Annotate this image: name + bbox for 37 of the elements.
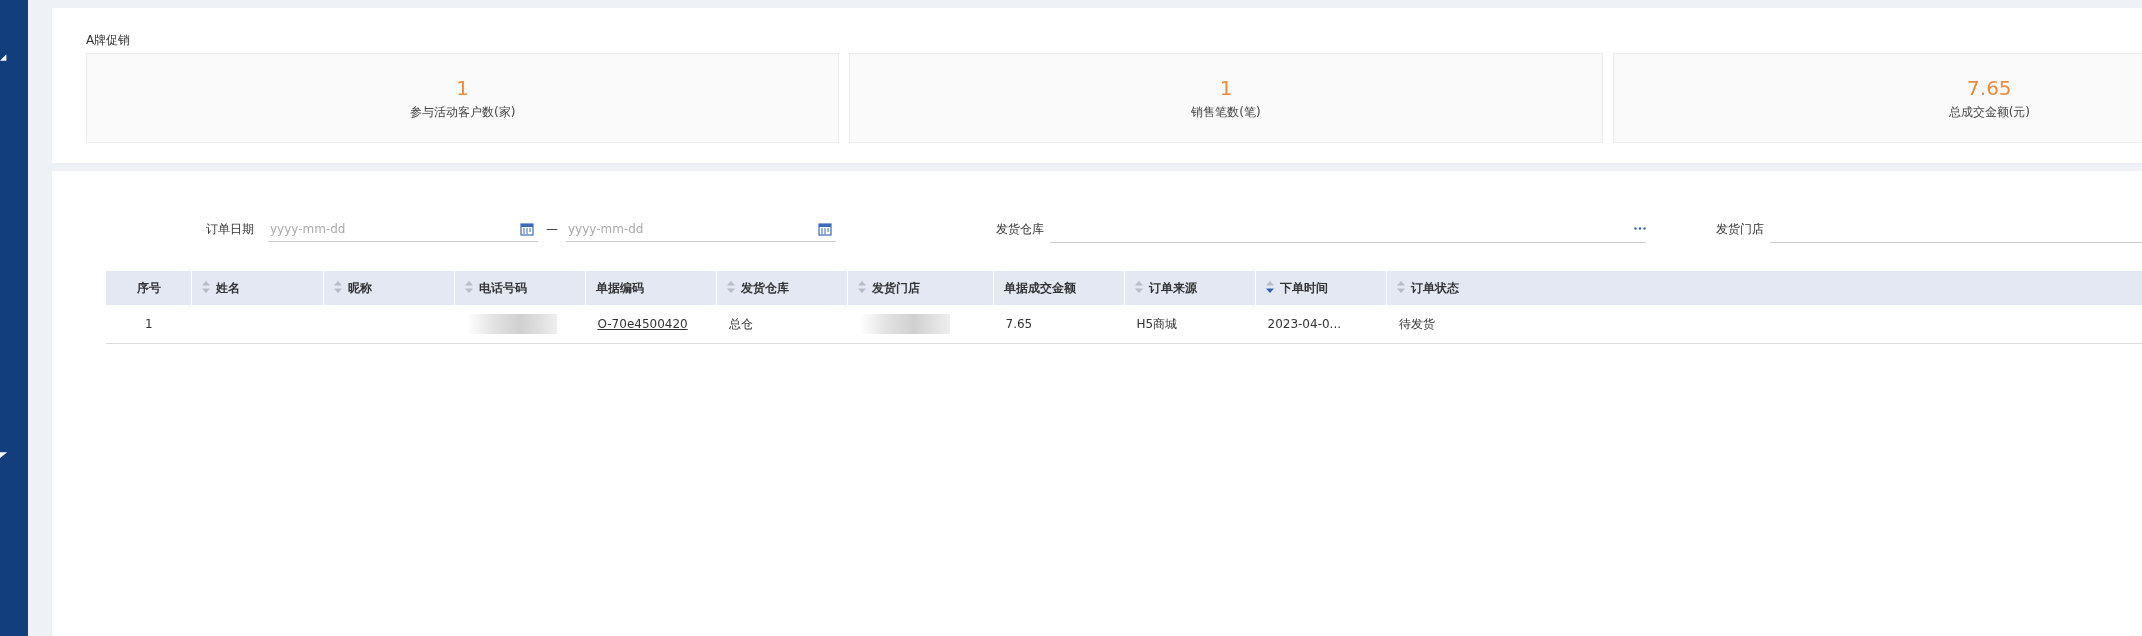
caret-icon[interactable] <box>0 54 8 61</box>
caret-icon[interactable] <box>0 452 8 459</box>
date-field[interactable]: yyyy-mm-dd <box>566 216 836 242</box>
filter-label: 订单日期 <box>206 220 254 238</box>
table-cell: 待发货 <box>1398 316 1435 331</box>
sort-icon[interactable] <box>1266 280 1274 293</box>
stat-label: 销售笔数(笔) <box>1191 103 1261 121</box>
stat-value: 1 <box>456 75 470 100</box>
table-cell: 1 <box>144 317 153 331</box>
calendar-icon[interactable] <box>520 222 534 236</box>
column-header[interactable]: 订单来源 <box>1124 271 1256 305</box>
column-header[interactable]: 电话号码 <box>454 271 586 305</box>
column-header[interactable]: 单据成交金额 <box>993 271 1125 305</box>
column-header[interactable]: 序号 <box>106 271 192 305</box>
column-header[interactable]: 发货仓库 <box>716 271 848 305</box>
stat-value: 1 <box>1219 75 1233 100</box>
calendar-icon[interactable] <box>818 222 832 236</box>
range-separator: — <box>546 222 558 236</box>
table-cell: 7.65 <box>1005 317 1033 331</box>
stat-value: 7.65 <box>1967 75 2012 100</box>
date-field[interactable]: yyyy-mm-dd <box>268 216 538 242</box>
column-header[interactable]: 姓名 <box>191 271 324 305</box>
column-header[interactable]: 订单状态 <box>1386 271 2142 305</box>
column-header[interactable]: 发货门店 <box>847 271 994 305</box>
promo-title: A牌促销 <box>86 32 132 49</box>
order-link[interactable]: O-70e4500420 <box>597 317 688 331</box>
stat-label: 总成交金额(元) <box>1948 103 2030 121</box>
column-header[interactable]: 下单时间 <box>1255 271 1387 305</box>
filter-label: 发货仓库 <box>996 220 1044 238</box>
stat-label: 参与活动客户数(家) <box>409 103 516 121</box>
more-icon[interactable] <box>1634 227 1646 230</box>
table-cell: 2023-04-0... <box>1267 317 1342 331</box>
column-header[interactable]: 单据编码 <box>585 271 717 305</box>
column-header[interactable]: 昵称 <box>323 271 455 305</box>
table-cell: H5商城 <box>1136 316 1178 331</box>
filter-label: 发货门店 <box>1716 220 1764 238</box>
table-cell: 总仓 <box>728 316 753 331</box>
